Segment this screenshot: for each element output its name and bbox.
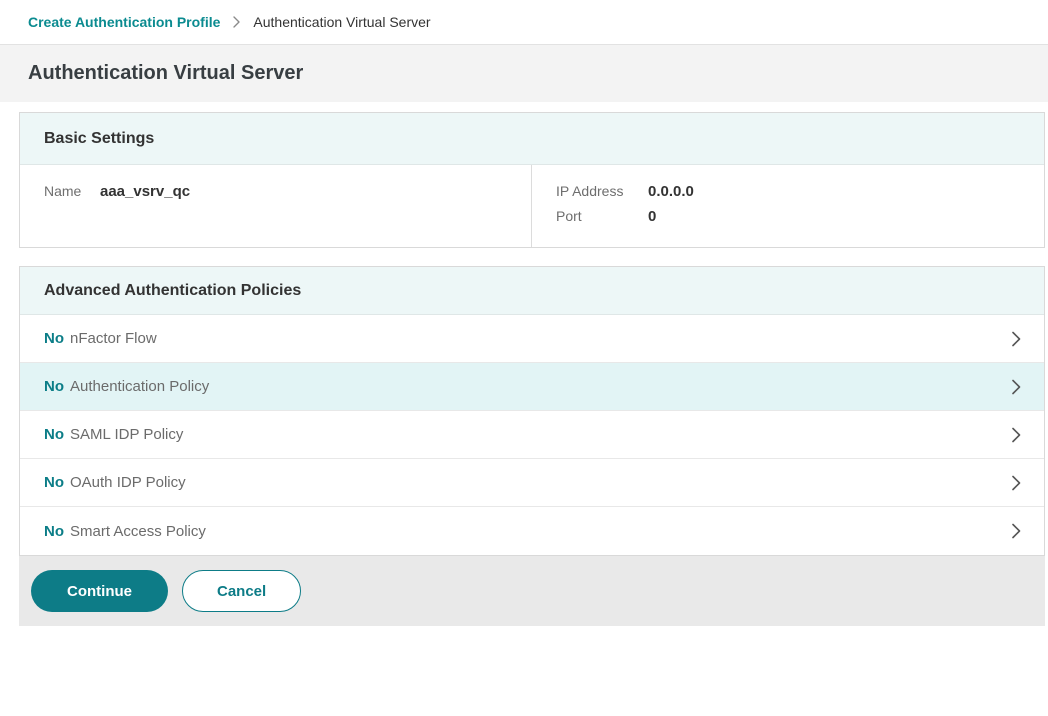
basic-settings-left-column: Name aaa_vsrv_qc (20, 165, 532, 247)
policy-label: SAML IDP Policy (70, 426, 183, 443)
policy-label: Authentication Policy (70, 378, 209, 395)
advanced-authentication-policies-card: Advanced Authentication Policies No nFac… (19, 266, 1045, 556)
policy-label: OAuth IDP Policy (70, 474, 186, 491)
advanced-policies-title: Advanced Authentication Policies (44, 282, 301, 300)
policy-row-authentication-policy[interactable]: No Authentication Policy (20, 363, 1044, 411)
page-title-bar: Authentication Virtual Server (0, 45, 1048, 102)
policy-label: Smart Access Policy (70, 523, 206, 540)
policy-label: nFactor Flow (70, 330, 157, 347)
policy-row-oauth-idp-policy[interactable]: No OAuth IDP Policy (20, 459, 1044, 507)
breadcrumb-separator-chevron-icon (232, 15, 241, 29)
policy-count: No (44, 330, 64, 347)
advanced-policies-header: Advanced Authentication Policies (20, 267, 1044, 315)
basic-settings-body: Name aaa_vsrv_qc IP Address 0.0.0.0 Port… (20, 165, 1044, 247)
page-title: Authentication Virtual Server (28, 62, 303, 85)
policy-row-saml-idp-policy[interactable]: No SAML IDP Policy (20, 411, 1044, 459)
breadcrumb: Create Authentication Profile Authentica… (0, 0, 1048, 45)
field-ip-address-value: 0.0.0.0 (648, 183, 694, 200)
main-content: Basic Settings Name aaa_vsrv_qc IP Addre… (0, 102, 1048, 626)
chevron-right-icon (1010, 377, 1022, 397)
policy-count: No (44, 474, 64, 491)
basic-settings-title: Basic Settings (44, 130, 154, 148)
breadcrumb-link-create-authentication-profile[interactable]: Create Authentication Profile (28, 14, 220, 30)
breadcrumb-current: Authentication Virtual Server (253, 14, 430, 30)
footer-action-bar: Continue Cancel (19, 556, 1045, 626)
field-name: Name aaa_vsrv_qc (44, 183, 507, 200)
chevron-right-icon (1010, 521, 1022, 541)
chevron-right-icon (1010, 425, 1022, 445)
field-port: Port 0 (556, 208, 1020, 225)
cancel-button[interactable]: Cancel (182, 570, 301, 612)
policy-count: No (44, 523, 64, 540)
field-ip-address: IP Address 0.0.0.0 (556, 183, 1020, 200)
basic-settings-card: Basic Settings Name aaa_vsrv_qc IP Addre… (19, 112, 1045, 248)
continue-button[interactable]: Continue (31, 570, 168, 612)
policy-count: No (44, 378, 64, 395)
policy-row-smart-access-policy[interactable]: No Smart Access Policy (20, 507, 1044, 555)
field-name-label: Name (44, 183, 100, 199)
chevron-right-icon (1010, 329, 1022, 349)
field-name-value: aaa_vsrv_qc (100, 183, 190, 200)
basic-settings-right-column: IP Address 0.0.0.0 Port 0 (532, 165, 1044, 247)
policy-count: No (44, 426, 64, 443)
field-port-value: 0 (648, 208, 656, 225)
basic-settings-header: Basic Settings (20, 113, 1044, 165)
field-ip-address-label: IP Address (556, 183, 648, 199)
chevron-right-icon (1010, 473, 1022, 493)
field-port-label: Port (556, 208, 648, 224)
policy-row-nfactor-flow[interactable]: No nFactor Flow (20, 315, 1044, 363)
